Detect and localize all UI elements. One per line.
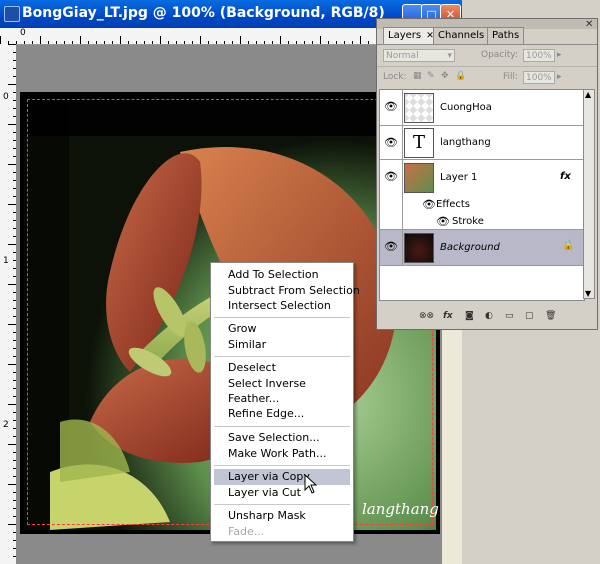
layer-name: Layer 1 bbox=[440, 172, 478, 183]
fx-badge-icon[interactable]: fx bbox=[560, 171, 571, 182]
ruler-vertical[interactable]: 0 1 2 bbox=[0, 44, 17, 564]
trash-icon[interactable]: 🗑 bbox=[545, 311, 556, 321]
ruler-left-label-1: 1 bbox=[3, 256, 9, 266]
tab-layers[interactable]: Layers ✕ bbox=[383, 27, 439, 45]
tab-divider bbox=[377, 44, 597, 45]
blend-mode-value: Normal bbox=[386, 51, 419, 61]
stroke-eyecell bbox=[380, 213, 403, 229]
layer-row-langthang[interactable]: 👁 T langthang bbox=[380, 126, 584, 160]
ruler-left-label-2: 2 bbox=[3, 420, 9, 430]
menu-separator bbox=[214, 317, 350, 318]
menu-item-feather[interactable]: Feather... bbox=[214, 391, 350, 407]
layers-panel: ✕ Layers ✕ Channels Paths Normal ▾ Opaci… bbox=[376, 18, 598, 330]
menu-item-layer-via-cut[interactable]: Layer via Cut bbox=[214, 485, 350, 501]
layer-visibility-toggle[interactable]: 👁 bbox=[380, 160, 403, 196]
blend-mode-select[interactable]: Normal ▾ bbox=[383, 49, 455, 62]
scroll-up-icon[interactable]: ▲ bbox=[585, 90, 591, 99]
layer-name: langthang bbox=[440, 137, 491, 148]
menu-item-save-selection[interactable]: Save Selection... bbox=[214, 430, 350, 446]
layers-scrollbar[interactable]: ▲ ▼ bbox=[583, 89, 595, 299]
signature-text: langthang bbox=[362, 500, 439, 518]
opacity-field[interactable]: 100% bbox=[523, 49, 555, 62]
menu-separator bbox=[214, 465, 350, 466]
layer-visibility-toggle[interactable]: 👁 bbox=[380, 126, 403, 159]
eye-icon: 👁 bbox=[384, 240, 398, 253]
panel-close-icon[interactable]: ✕ bbox=[585, 19, 593, 30]
menu-item-refine-edge[interactable]: Refine Edge... bbox=[214, 406, 350, 422]
lock-transparency-icon[interactable]: ▦ bbox=[413, 71, 422, 81]
fill-slider-arrow-icon[interactable]: ▸ bbox=[557, 72, 562, 82]
layer-name: CuongHoa bbox=[440, 102, 492, 113]
fill-field[interactable]: 100% bbox=[523, 71, 555, 84]
menu-item-select-inverse[interactable]: Select Inverse bbox=[214, 376, 350, 392]
menu-item-subtract-from-selection[interactable]: Subtract From Selection bbox=[214, 283, 360, 299]
eye-icon[interactable]: 👁 bbox=[422, 199, 436, 210]
blend-opacity-row: Normal ▾ Opacity: 100% ▸ bbox=[379, 46, 595, 66]
lock-icon: 🔒 bbox=[562, 240, 575, 251]
adjustment-icon[interactable]: ◐ bbox=[485, 311, 493, 321]
fill-label: Fill: bbox=[503, 72, 519, 82]
eye-icon: 👁 bbox=[384, 136, 398, 149]
layer-stroke-row[interactable]: 👁 Stroke bbox=[380, 213, 584, 230]
mask-icon[interactable]: ◙ bbox=[465, 311, 474, 321]
menu-item-deselect[interactable]: Deselect bbox=[214, 360, 350, 376]
menu-item-fade: Fade... bbox=[228, 525, 265, 538]
layer-row-cuonghoa[interactable]: 👁 CuongHoa bbox=[380, 90, 584, 126]
ruler-top-label: 0 bbox=[20, 28, 26, 38]
layer-thumbnail-image bbox=[404, 163, 434, 193]
link-layers-icon[interactable]: ⊗⊗ bbox=[419, 311, 434, 321]
mouse-cursor-icon bbox=[304, 474, 318, 494]
ruler-vertical-ticks bbox=[8, 44, 16, 557]
ruler-left-label-0: 0 bbox=[3, 92, 9, 102]
menu-item-layer-via-copy[interactable]: Layer via Copy bbox=[214, 469, 350, 485]
menu-item-make-work-path[interactable]: Make Work Path... bbox=[214, 446, 350, 462]
fx-icon[interactable]: fx bbox=[443, 311, 453, 321]
photoshop-document-icon bbox=[4, 6, 20, 22]
layer-thumbnail-dark-image bbox=[404, 233, 434, 263]
lock-pixels-icon[interactable]: ✎ bbox=[427, 71, 435, 81]
eye-icon: 👁 bbox=[384, 100, 398, 113]
document-title: BongGiay_LT.jpg @ 100% (Background, RGB/… bbox=[22, 5, 385, 21]
layer-visibility-toggle[interactable]: 👁 bbox=[380, 230, 403, 265]
text-layer-icon: T bbox=[404, 128, 434, 158]
menu-item-grow[interactable]: Grow bbox=[214, 321, 350, 337]
group-icon[interactable]: ▭ bbox=[505, 311, 514, 321]
layer-visibility-toggle[interactable]: 👁 bbox=[380, 90, 403, 125]
tab-layers-label: Layers bbox=[388, 30, 422, 41]
opacity-slider-arrow-icon[interactable]: ▸ bbox=[557, 50, 562, 60]
effects-eyecell bbox=[380, 196, 403, 213]
eye-icon: 👁 bbox=[384, 170, 398, 183]
lock-label: Lock: bbox=[383, 72, 407, 82]
layer-row-background[interactable]: 👁 Background 🔒 bbox=[380, 230, 584, 266]
lock-position-icon[interactable]: ✥ bbox=[441, 71, 449, 81]
menu-item-intersect-selection[interactable]: Intersect Selection bbox=[214, 298, 350, 314]
stroke-label: Stroke bbox=[452, 216, 484, 227]
lock-fill-row: Lock: ▦ ✎ ✥ 🔒 Fill: 100% ▸ bbox=[379, 67, 595, 87]
tab-paths[interactable]: Paths bbox=[487, 27, 525, 44]
layer-list: 👁 CuongHoa 👁 T langthang 👁 Layer 1 fx 👁 … bbox=[379, 89, 585, 301]
new-layer-icon[interactable]: ▢ bbox=[525, 311, 534, 321]
menu-item-similar[interactable]: Similar bbox=[214, 337, 350, 353]
opacity-label: Opacity: bbox=[481, 50, 518, 60]
menu-item-add-to-selection[interactable]: Add To Selection bbox=[214, 267, 350, 283]
eye-icon[interactable]: 👁 bbox=[436, 216, 450, 227]
layer-effects-row[interactable]: 👁 Effects bbox=[380, 196, 584, 213]
tab-channels[interactable]: Channels bbox=[433, 27, 490, 44]
chevron-down-icon: ▾ bbox=[447, 51, 452, 61]
scroll-down-icon[interactable]: ▼ bbox=[585, 289, 591, 298]
menu-separator bbox=[214, 426, 350, 427]
layer-thumbnail-transparent bbox=[404, 93, 434, 123]
menu-separator bbox=[214, 504, 350, 505]
menu-separator bbox=[214, 356, 350, 357]
menu-item-unsharp-mask[interactable]: Unsharp Mask bbox=[214, 508, 350, 524]
effects-label: Effects bbox=[436, 199, 470, 210]
layers-footer: ⊗⊗ fx ◙ ◐ ▭ ▢ 🗑 bbox=[379, 307, 595, 325]
lock-all-icon[interactable]: 🔒 bbox=[455, 71, 466, 81]
layer-name: Background bbox=[440, 242, 500, 253]
layer-row-layer-1[interactable]: 👁 Layer 1 fx bbox=[380, 160, 584, 196]
context-menu: Add To Selection Subtract From Selection… bbox=[210, 262, 360, 542]
